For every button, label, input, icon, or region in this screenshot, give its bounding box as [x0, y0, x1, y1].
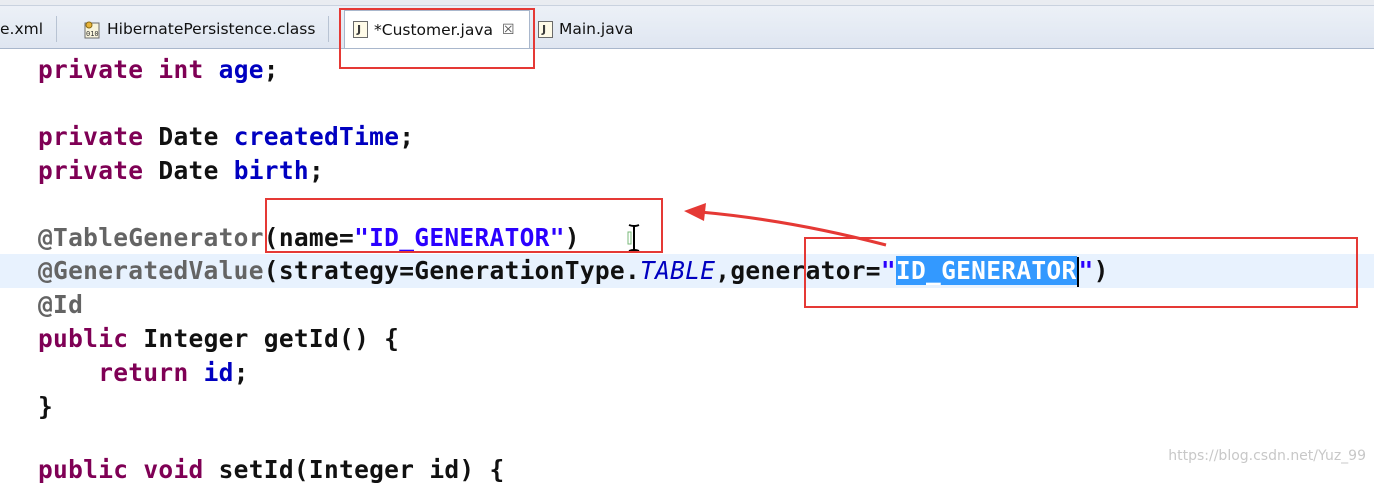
annotation-arrow-icon — [684, 203, 887, 247]
watermark: https://blog.csdn.net/Yuz_99 — [1168, 448, 1366, 464]
